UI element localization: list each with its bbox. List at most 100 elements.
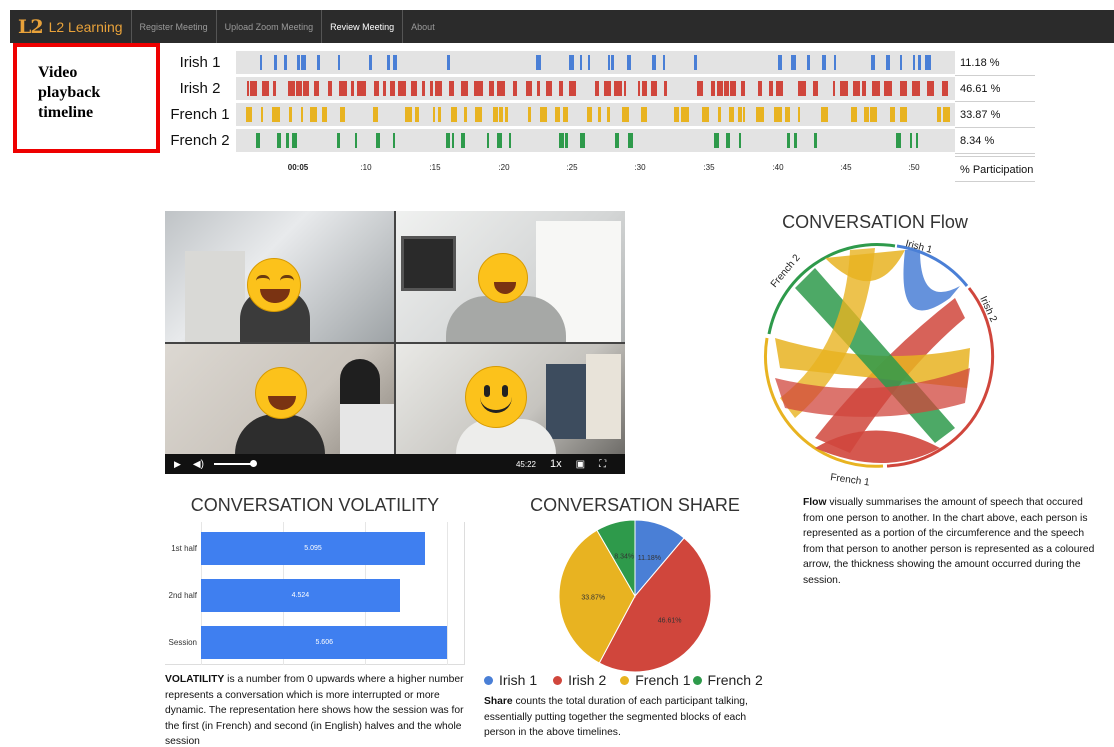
timeline-track[interactable] <box>236 129 955 152</box>
annotation-line: Video <box>38 64 78 81</box>
speech-segment <box>791 55 796 70</box>
flow-label: Irish 2 <box>977 295 999 325</box>
speech-segment <box>288 81 295 96</box>
speech-segment <box>390 81 395 96</box>
speech-segment <box>569 81 576 96</box>
speech-segment <box>405 107 412 122</box>
participation-footer: % Participation <box>955 156 1035 182</box>
speech-segment <box>559 81 563 96</box>
video-player[interactable]: ▶ ◀) 45:22 1x ▣ ⛶ <box>165 211 625 474</box>
annotation-box: Video playback timeline <box>13 43 160 153</box>
speech-segment <box>314 81 319 96</box>
timeline-tick: :20 <box>498 163 510 172</box>
speech-segment <box>449 81 454 96</box>
speech-segment <box>730 81 736 96</box>
video-tile <box>165 211 394 342</box>
speech-segment <box>607 107 610 122</box>
timeline-track[interactable] <box>236 103 955 126</box>
speech-segment <box>743 107 745 122</box>
speech-segment <box>927 81 934 96</box>
speech-segment <box>565 133 568 148</box>
speech-segment <box>387 55 390 70</box>
speech-segment <box>497 81 505 96</box>
speech-segment <box>310 107 317 122</box>
speech-segment <box>422 81 425 96</box>
speech-segment <box>563 107 568 122</box>
volatility-title: CONVERSATION VOLATILITY <box>190 495 440 515</box>
annotation-line: timeline <box>38 104 94 121</box>
speech-segment <box>739 133 741 148</box>
speech-segment <box>435 81 442 96</box>
timeline-track[interactable] <box>236 51 955 74</box>
volume-icon[interactable]: ◀) <box>193 459 204 470</box>
speech-segment <box>536 55 541 70</box>
speech-segment <box>862 81 866 96</box>
volume-slider[interactable] <box>213 460 257 467</box>
timeline-tick: :45 <box>840 163 852 172</box>
share-caption-bold: Share <box>484 696 513 707</box>
speech-segment <box>729 107 734 122</box>
speech-segment <box>925 55 931 70</box>
speech-segment <box>273 81 276 96</box>
speed-button[interactable]: 1x <box>550 458 562 470</box>
nav-register-meeting[interactable]: Register Meeting <box>130 10 217 43</box>
timeline-label: Irish 2 <box>179 80 221 97</box>
volatility-caption: VOLATILITY is a number from 0 upwards wh… <box>165 672 465 747</box>
timeline-row-irish-1: Irish 1 <box>164 51 955 74</box>
speech-segment <box>872 81 880 96</box>
speech-segment <box>697 81 703 96</box>
speech-segment <box>415 107 419 122</box>
speech-segment <box>638 81 640 96</box>
speech-segment <box>446 133 450 148</box>
pip-icon[interactable]: ▣ <box>576 459 585 470</box>
volatility-row-label: Session <box>168 638 197 647</box>
speech-segment <box>569 55 574 70</box>
flow-caption-bold: Flow <box>803 497 827 508</box>
speech-segment <box>900 107 907 122</box>
speech-segment <box>738 107 742 122</box>
speech-segment <box>615 133 619 148</box>
brand[interactable]: L2 L2 Learning <box>10 10 131 43</box>
speech-segment <box>622 107 629 122</box>
share-caption-text: counts the total duration of each partic… <box>484 696 748 738</box>
speech-segment <box>886 55 890 70</box>
speech-segment <box>261 107 263 122</box>
speech-segment <box>598 107 601 122</box>
nav-upload-zoom-meeting[interactable]: Upload Zoom Meeting <box>217 10 323 43</box>
speech-segment <box>383 81 386 96</box>
speech-segment <box>247 81 249 96</box>
speech-segment <box>277 133 281 148</box>
speech-segment <box>652 55 656 70</box>
speech-segment <box>528 107 531 122</box>
nav-about[interactable]: About <box>403 10 443 43</box>
video-tile <box>165 344 394 454</box>
speech-segment <box>807 55 810 70</box>
flow-chord-chart[interactable]: Irish 1 Irish 2 French 1 French 2 <box>755 228 1005 493</box>
speech-segment <box>642 81 647 96</box>
speech-segment <box>272 107 280 122</box>
pie-slice-label: 11.18% <box>638 555 661 562</box>
participation-pct: 46.61 % <box>955 76 1035 102</box>
timeline-track[interactable] <box>236 77 955 100</box>
fullscreen-icon[interactable]: ⛶ <box>599 459 606 470</box>
face-emoji-icon <box>255 367 307 419</box>
share-pie-chart: 11.18% 46.61% 33.87% 8.34% <box>558 519 712 673</box>
speech-segment <box>821 107 828 122</box>
legend-label: French 2 <box>707 672 763 688</box>
speech-segment <box>493 107 498 122</box>
speech-segment <box>758 81 762 96</box>
speech-segment <box>438 107 441 122</box>
speech-segment <box>526 81 532 96</box>
play-icon[interactable]: ▶ <box>174 459 181 470</box>
speech-segment <box>256 133 260 148</box>
speech-segment <box>580 133 585 148</box>
speech-segment <box>369 55 372 70</box>
legend-label: Irish 1 <box>499 672 538 688</box>
speech-segment <box>814 133 817 148</box>
speech-segment <box>475 107 482 122</box>
speech-segment <box>587 107 592 122</box>
speech-segment <box>559 133 564 148</box>
speech-segment <box>726 133 730 148</box>
speech-segment <box>918 55 921 70</box>
nav-review-meeting[interactable]: Review Meeting <box>322 10 404 43</box>
